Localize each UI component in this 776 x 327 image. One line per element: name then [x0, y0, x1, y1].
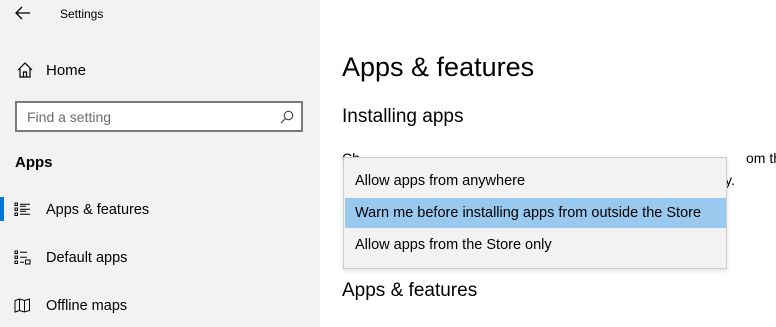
- apps-features-heading: Apps & features: [342, 280, 478, 301]
- apps-features-icon: [14, 202, 30, 216]
- page-title: Apps & features: [342, 52, 535, 82]
- selected-indicator: [0, 197, 4, 221]
- sidebar: Settings Home Find a setting Apps Apps &…: [0, 0, 320, 327]
- title-bar: Settings: [0, 0, 320, 30]
- sidebar-item-offline-maps[interactable]: Offline maps: [0, 291, 320, 321]
- sidebar-item-apps-features[interactable]: Apps & features: [0, 195, 320, 225]
- sidebar-item-default-apps[interactable]: Default apps: [0, 243, 320, 273]
- back-arrow-icon: [15, 6, 30, 20]
- install-source-dropdown[interactable]: Allow apps from anywhere Warn me before …: [343, 157, 727, 269]
- app-title: Settings: [60, 7, 104, 21]
- dropdown-option-warn[interactable]: Warn me before installing apps from outs…: [345, 198, 726, 228]
- offline-maps-icon: [14, 298, 30, 313]
- dropdown-option-anywhere[interactable]: Allow apps from anywhere: [345, 166, 726, 196]
- sidebar-item-label: Offline maps: [46, 298, 128, 314]
- dropdown-option-label: Warn me before installing apps from outs…: [355, 205, 702, 221]
- back-button[interactable]: [8, 2, 38, 26]
- home-icon: [17, 62, 33, 78]
- sidebar-item-label: Apps & features: [46, 202, 150, 218]
- default-apps-icon: [14, 250, 31, 265]
- home-nav-item[interactable]: Home: [0, 56, 320, 84]
- dropdown-option-store-only[interactable]: Allow apps from the Store only: [345, 230, 726, 260]
- installing-apps-heading: Installing apps: [342, 106, 464, 127]
- sidebar-item-label: Default apps: [46, 250, 128, 266]
- dropdown-option-label: Allow apps from the Store only: [355, 237, 552, 253]
- home-label: Home: [46, 62, 87, 79]
- search-placeholder: Find a setting: [27, 109, 112, 125]
- search-input[interactable]: Find a setting: [15, 101, 303, 132]
- description-text-end: om the: [746, 150, 776, 166]
- sidebar-section-heading: Apps: [15, 154, 53, 171]
- search-icon: [280, 110, 294, 124]
- dropdown-option-label: Allow apps from anywhere: [355, 173, 526, 189]
